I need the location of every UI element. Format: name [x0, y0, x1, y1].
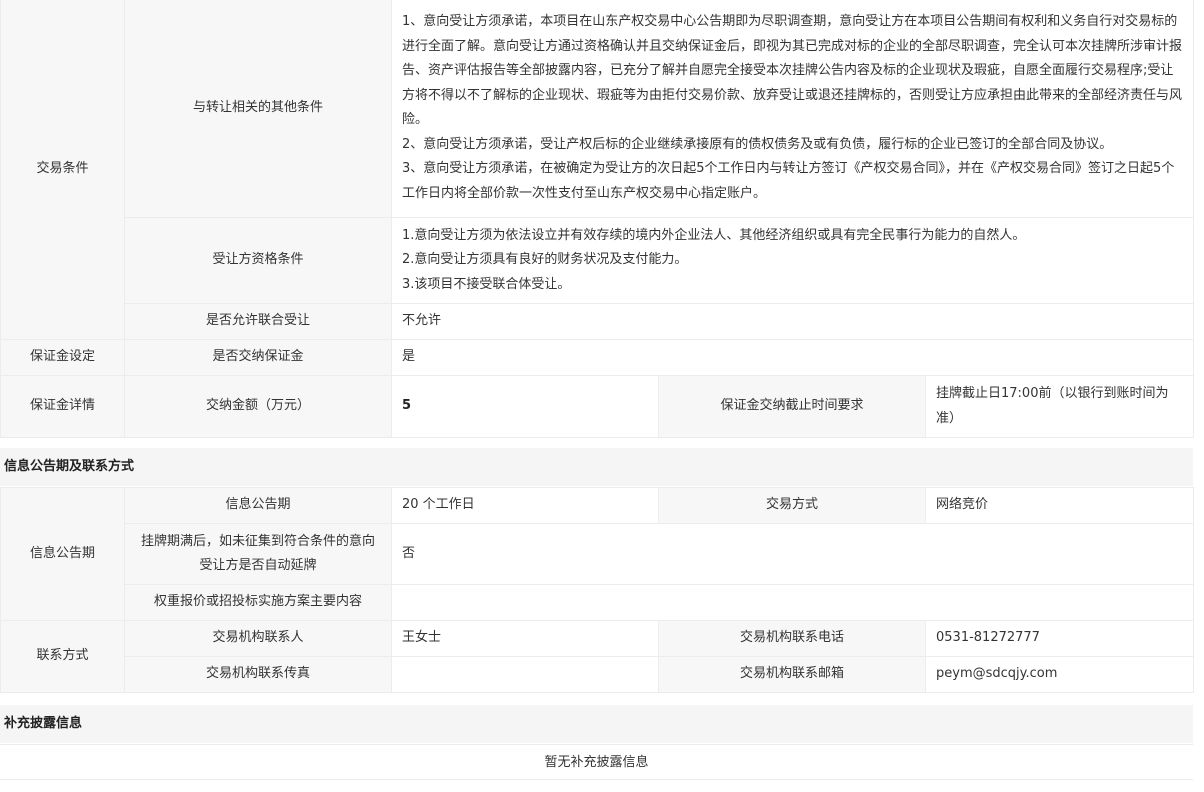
- deposit-pay-value: 是: [391, 339, 1194, 376]
- joint-transfer-value: 不允许: [391, 303, 1194, 340]
- other-conditions-label: 与转让相关的其他条件: [124, 0, 392, 218]
- supplement-empty-text: 暂无补充披露信息: [0, 744, 1193, 780]
- qualification-item: 3.该项目不接受联合体受让。: [402, 276, 571, 292]
- other-conditions-value: 1、意向受让方须承诺，本项目在山东产权交易中心公告期即为尽职调查期，意向受让方在…: [391, 0, 1194, 218]
- condition-paragraph: 3、意向受让方须承诺，在被确定为受让方的次日起5个工作日内与转让方签订《产权交易…: [402, 161, 1175, 201]
- notice-section-title: 信息公告期及联系方式: [0, 448, 1193, 486]
- weight-plan-value: [391, 584, 1194, 621]
- qualification-label: 受让方资格条件: [124, 217, 392, 304]
- condition-paragraph: 1、意向受让方须承诺，本项目在山东产权交易中心公告期即为尽职调查期，意向受让方在…: [402, 14, 1183, 127]
- contact-person-label: 交易机构联系人: [124, 620, 392, 657]
- trade-conditions-table: 交易条件 与转让相关的其他条件 1、意向受让方须承诺，本项目在山东产权交易中心公…: [0, 0, 1194, 438]
- notice-group-label: 信息公告期: [0, 487, 125, 621]
- qualification-item: 2.意向受让方须具有良好的财务状况及支付能力。: [402, 252, 688, 268]
- deposit-amount-value: 5: [391, 375, 659, 438]
- project-detail-page: 交易条件 与转让相关的其他条件 1、意向受让方须承诺，本项目在山东产权交易中心公…: [0, 0, 1204, 792]
- weight-plan-label: 权重报价或招投标实施方案主要内容: [124, 584, 392, 621]
- trade-method-label: 交易方式: [658, 487, 926, 524]
- contact-person-value: 王女士: [391, 620, 659, 657]
- trade-conditions-label: 交易条件: [0, 0, 125, 340]
- notice-period-label: 信息公告期: [124, 487, 392, 524]
- deposit-deadline-value: 挂牌截止日17:00前（以银行到账时间为准）: [925, 375, 1194, 438]
- condition-paragraph: 2、意向受让方须承诺，受让产权后标的企业继续承接原有的债权债务及或有负债，履行标…: [402, 136, 1113, 152]
- contact-phone-value: 0531-81272777: [925, 620, 1194, 657]
- auto-extend-value: 否: [391, 523, 1194, 585]
- joint-transfer-label: 是否允许联合受让: [124, 303, 392, 340]
- qualification-item: 1.意向受让方须为依法设立并有效存续的境内外企业法人、其他经济组织或具有完全民事…: [402, 227, 1026, 243]
- contact-email-label: 交易机构联系邮箱: [658, 656, 926, 693]
- notice-period-value: 20 个工作日: [391, 487, 659, 524]
- deposit-pay-label: 是否交纳保证金: [124, 339, 392, 376]
- auto-extend-label: 挂牌期满后，如未征集到符合条件的意向受让方是否自动延牌: [124, 523, 392, 585]
- deposit-setting-label: 保证金设定: [0, 339, 125, 376]
- deposit-deadline-label: 保证金交纳截止时间要求: [658, 375, 926, 438]
- contact-group-label: 联系方式: [0, 620, 125, 693]
- trade-method-value: 网络竞价: [925, 487, 1194, 524]
- notice-contact-table: 信息公告期 信息公告期 20 个工作日 交易方式 网络竞价 挂牌期满后，如未征集…: [0, 487, 1194, 693]
- deposit-amount-label: 交纳金额（万元）: [124, 375, 392, 438]
- contact-fax-label: 交易机构联系传真: [124, 656, 392, 693]
- qualification-value: 1.意向受让方须为依法设立并有效存续的境内外企业法人、其他经济组织或具有完全民事…: [391, 217, 1194, 304]
- contact-email-value: peym@sdcqjy.com: [925, 656, 1194, 693]
- contact-fax-value: [391, 656, 659, 693]
- deposit-detail-label: 保证金详情: [0, 375, 125, 438]
- contact-phone-label: 交易机构联系电话: [658, 620, 926, 657]
- supplement-section-title: 补充披露信息: [0, 705, 1193, 743]
